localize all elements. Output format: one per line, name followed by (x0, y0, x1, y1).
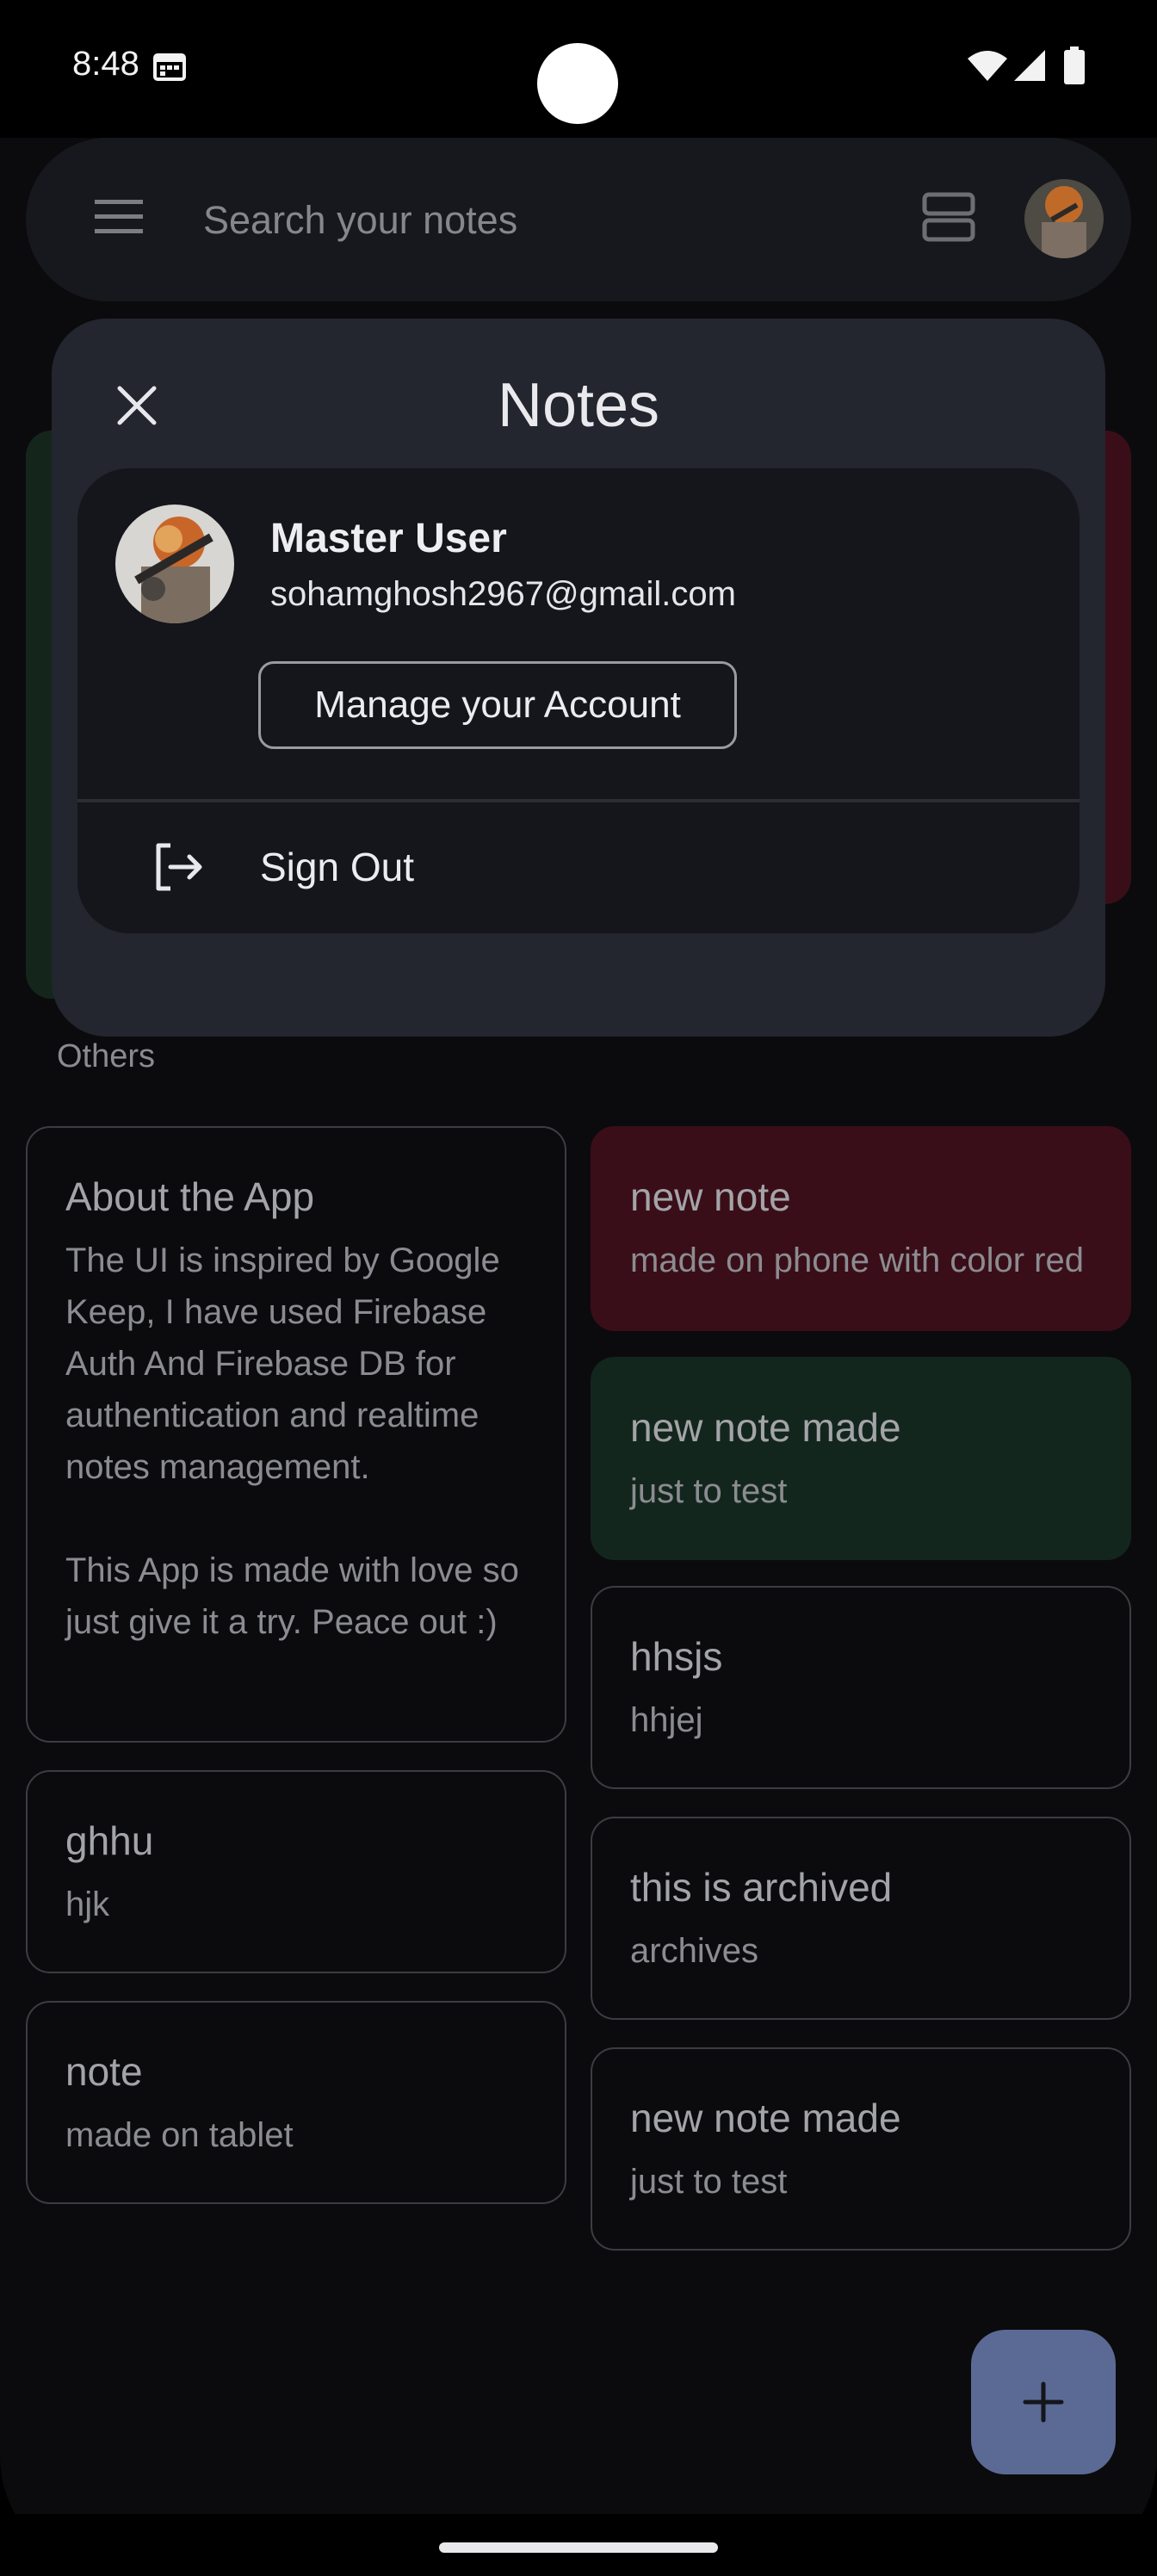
list-view-icon[interactable] (921, 189, 976, 245)
others-section-label: Others (57, 1038, 156, 1074)
note-card[interactable]: this is archived archives (591, 1817, 1131, 2020)
battery-icon (1064, 46, 1085, 84)
note-body: made on phone with color red (630, 1242, 1084, 1279)
camera-cutout (537, 43, 618, 124)
search-input[interactable]: Search your notes (203, 198, 517, 243)
account-email: sohamghosh2967@gmail.com (270, 575, 736, 613)
plus-icon (1023, 2381, 1064, 2423)
note-card[interactable]: hhsjs hhjej (591, 1586, 1131, 1789)
note-body: made on tablet (65, 2116, 294, 2154)
search-bar[interactable]: Search your notes (26, 138, 1131, 301)
note-title: ghhu (65, 1818, 154, 1863)
note-body: just to test (630, 1472, 788, 1510)
note-body: just to test (630, 2163, 788, 2201)
home-indicator[interactable] (439, 2542, 718, 2553)
sign-out-label: Sign Out (260, 845, 414, 889)
account-name: Master User (270, 516, 507, 561)
note-body: hhjej (630, 1701, 703, 1739)
note-body: hjk (65, 1886, 110, 1923)
note-card[interactable]: note made on tablet (26, 2001, 566, 2204)
note-title: this is archived (630, 1865, 893, 1910)
note-title: note (65, 2049, 143, 2094)
phone-screen: 8:48 Search your notes Others About the … (0, 0, 1157, 2576)
account-avatar (115, 505, 234, 623)
signal-icon (1014, 50, 1045, 81)
wifi-icon (968, 51, 1007, 81)
account-dialog: Notes Master User sohamghosh2967@gmail.c… (52, 319, 1105, 1037)
status-bar: 8:48 (0, 0, 1157, 138)
sign-out-button[interactable]: Sign Out (77, 802, 1080, 933)
note-title: hhsjs (630, 1634, 723, 1679)
note-title: new note (630, 1174, 791, 1219)
dialog-title: Notes (497, 371, 660, 440)
note-title: new note made (630, 2096, 901, 2140)
account-card: Master User sohamghosh2967@gmail.com Man… (77, 468, 1080, 933)
manage-account-button[interactable]: Manage your Account (258, 661, 737, 749)
note-title: new note made (630, 1405, 901, 1450)
profile-avatar[interactable] (1024, 179, 1104, 258)
note-card[interactable]: About the App The UI is inspired by Goog… (26, 1126, 566, 1743)
note-card[interactable]: new note made just to test (591, 2047, 1131, 2251)
add-note-button[interactable] (971, 2330, 1116, 2474)
note-card[interactable]: ghhu hjk (26, 1770, 566, 1973)
menu-icon[interactable] (95, 198, 143, 236)
note-card[interactable]: new note made on phone with color red (591, 1126, 1131, 1331)
status-time: 8:48 (72, 45, 139, 83)
note-title: About the App (65, 1174, 315, 1219)
note-card[interactable]: new note made just to test (591, 1357, 1131, 1560)
calendar-icon (153, 53, 186, 81)
note-body: The UI is inspired by Google Keep, I hav… (65, 1242, 519, 1641)
logout-icon (156, 843, 202, 891)
note-body: archives (630, 1932, 758, 1970)
